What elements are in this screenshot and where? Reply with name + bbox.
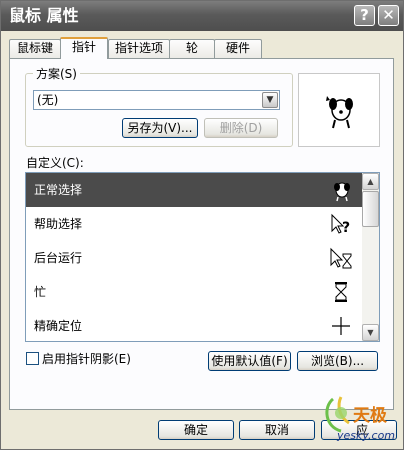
crosshair-icon: [332, 317, 350, 335]
scroll-up-icon[interactable]: ▲: [362, 173, 379, 190]
ok-button[interactable]: 确定: [158, 420, 234, 440]
scroll-down-icon[interactable]: ▼: [362, 324, 379, 341]
list-item[interactable]: 精确定位: [26, 309, 363, 341]
watermark-logo: 天极 yesky.com: [319, 393, 399, 443]
hourglass-icon: [335, 282, 347, 302]
list-item[interactable]: 忙: [26, 275, 363, 309]
list-item[interactable]: 正常选择: [26, 173, 363, 207]
dog-cursor-icon: [334, 182, 350, 202]
use-default-button[interactable]: 使用默认值(F): [208, 351, 291, 371]
close-button[interactable]: ✕: [378, 5, 399, 26]
browse-button[interactable]: 浏览(B)...: [297, 351, 378, 371]
help-icon: ?: [360, 6, 369, 24]
delete-button[interactable]: 删除(D): [204, 118, 278, 138]
mouse-properties-window: 鼠标 属性 ? ✕ 鼠标键 指针 指针选项 轮 硬件 方案(S) (无) ▼ 另…: [0, 0, 404, 450]
list-item-label: 精确定位: [34, 319, 83, 333]
list-item-label: 忙: [34, 285, 47, 299]
svg-text:?: ?: [342, 220, 350, 236]
chevron-down-icon[interactable]: ▼: [262, 92, 278, 108]
scroll-thumb[interactable]: [362, 191, 379, 227]
tab-buttons[interactable]: 鼠标键: [9, 39, 61, 58]
scheme-group-label: 方案(S): [33, 65, 80, 82]
window-title: 鼠标 属性: [9, 6, 79, 25]
pointer-shadow-checkbox[interactable]: 启用指针阴影(E): [26, 350, 131, 367]
pointer-shadow-label: 启用指针阴影(E): [42, 352, 131, 366]
custom-label: 自定义(C):: [26, 156, 84, 170]
tab-hardware[interactable]: 硬件: [214, 39, 262, 58]
title-bar: 鼠标 属性 ? ✕: [1, 1, 403, 31]
list-item-label: 正常选择: [34, 183, 83, 197]
cursor-list: 正常选择 帮助选择 ? 后台运行 忙 精确定位 ▲ ▼: [25, 172, 380, 342]
cursor-preview: [298, 73, 380, 147]
yesky-logo-icon: 天极 yesky.com: [325, 396, 395, 442]
checkbox-box[interactable]: [26, 352, 39, 365]
help-button[interactable]: ?: [354, 5, 375, 26]
save-as-button[interactable]: 另存为(V)...: [122, 118, 198, 138]
watermark-brand: 天极: [353, 406, 387, 426]
list-item-label: 后台运行: [34, 251, 83, 265]
scheme-select[interactable]: (无) ▼: [33, 90, 280, 110]
busy-arrow-cursor-icon: [330, 247, 352, 269]
close-icon: ✕: [382, 6, 395, 24]
list-item-label: 帮助选择: [34, 217, 83, 231]
tab-pointer-options[interactable]: 指针选项: [108, 39, 170, 58]
dog-cursor-icon: [326, 96, 353, 129]
scheme-select-value: (无): [37, 93, 59, 107]
list-scrollbar[interactable]: ▲ ▼: [362, 173, 379, 341]
tab-wheel[interactable]: 轮: [169, 39, 215, 58]
cancel-button[interactable]: 取消: [239, 420, 315, 440]
watermark-site: yesky.com: [336, 429, 395, 442]
tab-pointers[interactable]: 指针: [60, 37, 108, 59]
list-item[interactable]: 帮助选择 ?: [26, 207, 363, 241]
list-item[interactable]: 后台运行: [26, 241, 363, 275]
help-cursor-icon: ?: [331, 213, 350, 236]
